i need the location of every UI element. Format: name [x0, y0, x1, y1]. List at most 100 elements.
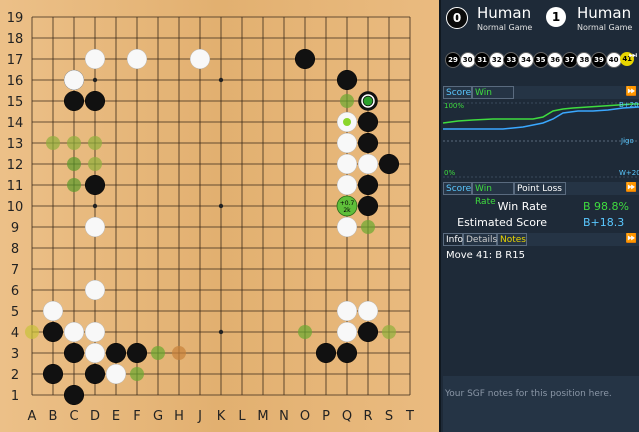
- black-stone[interactable]: [42, 321, 64, 343]
- column-coordinate-label: P: [322, 409, 330, 424]
- black-stone[interactable]: [294, 48, 316, 70]
- black-player-name: Human: [477, 4, 532, 22]
- white-stone[interactable]: [336, 321, 358, 343]
- black-stone[interactable]: [378, 153, 400, 175]
- move-list-item[interactable]: 29: [445, 52, 461, 68]
- column-coordinate-label: M: [257, 409, 268, 424]
- move-list-next-icon[interactable]: ⏭: [629, 51, 637, 61]
- move-hint[interactable]: [151, 346, 165, 360]
- board-svg[interactable]: 19 18 17 16 15 14 13 12 11 10 9 8 7 6 5 4 3 2 1A B C D E F G H J K L…: [0, 0, 439, 432]
- black-stone[interactable]: [357, 174, 379, 196]
- black-stone[interactable]: [84, 363, 106, 385]
- winrate-graph: 100% 0% Jigo W+20 B+20: [443, 99, 639, 179]
- black-stone[interactable]: [315, 342, 337, 364]
- black-stone[interactable]: [63, 90, 85, 112]
- black-stone[interactable]: [336, 69, 358, 91]
- white-stone[interactable]: [336, 153, 358, 175]
- move-list-item[interactable]: 30: [459, 52, 476, 68]
- move-list-item[interactable]: 34: [518, 52, 534, 68]
- white-stone[interactable]: [336, 132, 358, 154]
- best-move-visits: 2k: [343, 207, 351, 214]
- white-player-card: 1 Human Normal Game: [545, 4, 639, 32]
- black-stone[interactable]: [63, 384, 85, 406]
- move-hint[interactable]: [88, 157, 102, 171]
- row-coordinate-label: 10: [7, 200, 24, 215]
- white-stone[interactable]: [126, 48, 148, 70]
- move-list-item[interactable]: 36: [547, 52, 564, 68]
- black-stone[interactable]: [357, 111, 379, 133]
- tab-graph-score[interactable]: Score: [443, 86, 472, 99]
- white-stone[interactable]: [336, 174, 358, 196]
- move-hint[interactable]: [361, 220, 375, 234]
- row-coordinate-label: 17: [7, 53, 24, 68]
- black-stone[interactable]: [42, 363, 64, 385]
- tab-notes[interactable]: Notes: [497, 233, 527, 246]
- move-list-item[interactable]: 38: [576, 52, 593, 68]
- move-list-item[interactable]: 37: [561, 52, 578, 68]
- policy-dot: [343, 118, 351, 126]
- move-history[interactable]: 29 30 31 32 33 34 35 36 37 38 39 40 41: [443, 52, 639, 68]
- move-hint[interactable]: [172, 346, 186, 360]
- tab-graph-winrate[interactable]: Win Rate: [472, 86, 514, 111]
- tab-stats-score[interactable]: Score: [443, 182, 472, 195]
- white-stone[interactable]: [84, 48, 106, 70]
- move-hint[interactable]: [88, 136, 102, 150]
- move-list-item[interactable]: 40: [605, 52, 622, 68]
- white-stone[interactable]: [189, 48, 211, 70]
- move-list-item[interactable]: 32: [488, 52, 505, 68]
- move-list-item[interactable]: 35: [532, 52, 549, 68]
- sgf-notes-area[interactable]: [443, 376, 639, 432]
- white-stone[interactable]: [336, 216, 358, 238]
- tab-details[interactable]: Details: [463, 233, 497, 246]
- go-board[interactable]: 19 18 17 16 15 14 13 12 11 10 9 8 7 6 5 4 3 2 1 A B C D E F G H J K L…: [0, 0, 439, 432]
- move-hint[interactable]: [25, 325, 39, 339]
- move-list-item[interactable]: 39: [591, 52, 607, 68]
- black-stone[interactable]: [84, 174, 106, 196]
- white-stone[interactable]: [357, 300, 379, 322]
- move-hint[interactable]: [340, 94, 354, 108]
- white-stone[interactable]: [105, 363, 127, 385]
- move-hint[interactable]: [67, 157, 81, 171]
- white-stone[interactable]: [357, 153, 379, 175]
- star-point: [92, 203, 98, 209]
- white-stone[interactable]: [84, 342, 106, 364]
- black-stone[interactable]: [336, 342, 358, 364]
- move-hint[interactable]: [67, 136, 81, 150]
- white-stone[interactable]: [336, 300, 358, 322]
- black-stone[interactable]: [84, 90, 106, 112]
- black-stone[interactable]: [357, 132, 379, 154]
- black-stone[interactable]: [105, 342, 127, 364]
- tab-stats-winrate[interactable]: Win Rate: [472, 182, 514, 207]
- move-list-item[interactable]: 33: [503, 52, 520, 68]
- row-coordinate-label: 1: [11, 389, 19, 404]
- move-hint[interactable]: [298, 325, 312, 339]
- tab-info[interactable]: Info: [443, 233, 463, 246]
- move-hint[interactable]: [46, 136, 60, 150]
- white-stone[interactable]: [84, 279, 106, 301]
- white-stone[interactable]: [63, 69, 85, 91]
- info-tabs: Info Details Notes ⏩: [443, 233, 639, 246]
- black-stone[interactable]: [126, 342, 148, 364]
- white-captures: 1: [546, 7, 566, 27]
- move-hint[interactable]: [67, 178, 81, 192]
- stats-expand-icon[interactable]: ⏩: [626, 182, 637, 195]
- column-coordinate-label: T: [405, 409, 414, 424]
- graph-expand-icon[interactable]: ⏩: [626, 86, 637, 99]
- black-stone[interactable]: [357, 195, 379, 217]
- move-hint[interactable]: [130, 367, 144, 381]
- info-expand-icon[interactable]: ⏩: [626, 233, 637, 246]
- stats-tabs: Score Win Rate Point Loss ⏩: [443, 182, 639, 207]
- move-list-item[interactable]: 31: [474, 52, 491, 68]
- tab-stats-pointloss[interactable]: Point Loss: [514, 182, 566, 195]
- white-stone[interactable]: [84, 216, 106, 238]
- row-coordinate-label: 16: [7, 74, 24, 89]
- white-player-name: Human: [577, 4, 632, 22]
- black-stone[interactable]: [63, 342, 85, 364]
- column-coordinate-label: H: [174, 409, 184, 424]
- black-stone[interactable]: [357, 321, 379, 343]
- white-stone[interactable]: [63, 321, 85, 343]
- white-stone[interactable]: [42, 300, 64, 322]
- move-hint[interactable]: [382, 325, 396, 339]
- sgf-notes-text[interactable]: Your SGF notes for this position here.: [445, 389, 612, 399]
- white-stone[interactable]: [84, 321, 106, 343]
